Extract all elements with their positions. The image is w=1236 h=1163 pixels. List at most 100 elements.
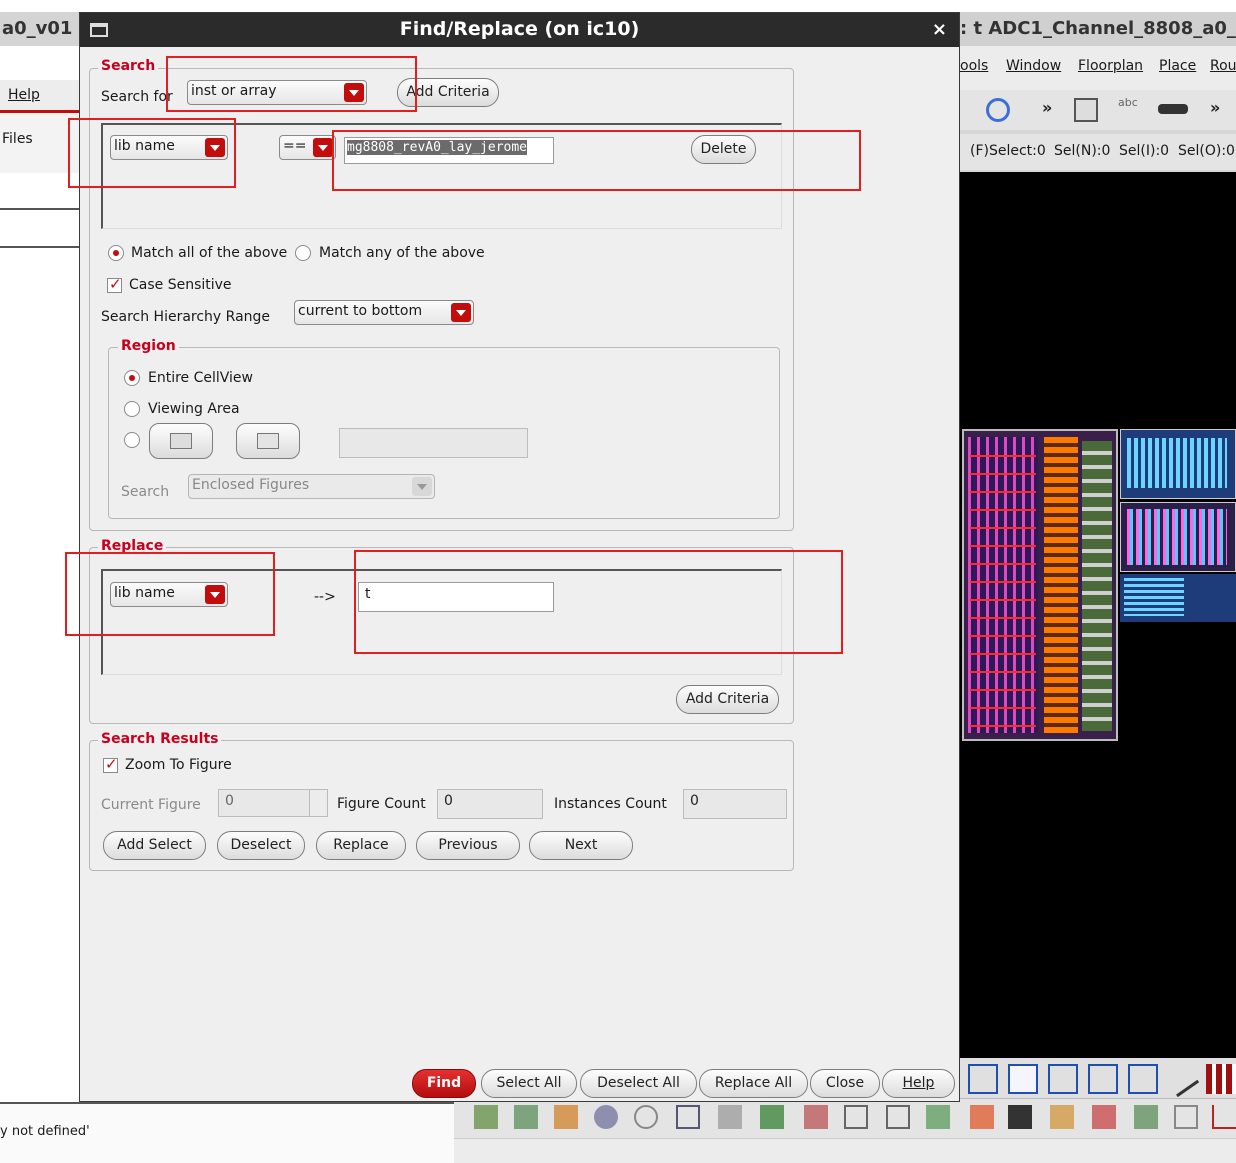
criteria-operator-select[interactable]: == [279,135,336,160]
layout-cell-block-2 [1120,429,1236,499]
select-point-button[interactable] [236,423,300,459]
case-sensitive-checkbox[interactable] [107,275,122,293]
layout-toolbar: » abc » [960,90,1236,130]
search-for-value: inst or array [191,83,277,99]
add-select-button[interactable]: Add Select [103,831,206,860]
replace-button[interactable]: Replace [316,831,406,860]
dock-icon-5[interactable] [634,1105,658,1129]
delete-criteria-button[interactable]: Delete [691,135,756,164]
custom-region-radio[interactable] [124,432,140,448]
dock-icon-15[interactable] [1050,1105,1074,1129]
deselect-button[interactable]: Deselect [217,831,305,860]
menu-help[interactable]: Help [8,87,40,103]
via-icon[interactable] [1158,104,1188,114]
dock-icon-13[interactable] [970,1105,994,1129]
create-pin-icon[interactable] [1074,98,1098,122]
region-legend: Region [118,338,179,354]
chevron-down-icon [451,303,471,322]
viewing-area-radio[interactable] [124,401,140,417]
close-icon[interactable]: × [932,19,947,40]
zoom-icon[interactable] [1048,1064,1078,1094]
hierarchy-range-label: Search Hierarchy Range [101,309,271,325]
case-sensitive-label[interactable]: Case Sensitive [129,277,232,293]
waveform-icon[interactable] [1212,1105,1236,1129]
dock-icon-2[interactable] [514,1105,538,1129]
dock-icon-9[interactable] [804,1105,828,1129]
hierarchy-range-value: current to bottom [298,303,423,319]
layout-canvas[interactable] [960,172,1236,1058]
menu-tools[interactable]: ools [960,58,988,74]
layout-window-title: : t ADC1_Channel_8808_a0_v [960,18,1236,39]
toolbar-more-icon[interactable]: » [1042,98,1052,117]
layout-status-bar: (F)Select:0 Sel(N):0 Sel(I):0 Sel(O):0 [960,134,1236,170]
viewing-area-label[interactable]: Viewing Area [148,401,240,417]
match-all-label[interactable]: Match all of the above [131,245,287,261]
replace-value-field[interactable]: t [358,582,554,612]
dock-icon-8[interactable] [760,1105,784,1129]
hierarchy-icon[interactable] [1008,1064,1038,1094]
status-sel-i: Sel(I):0 [1119,143,1170,159]
bottom-icon-bar [454,1098,1236,1138]
dock-icon-14[interactable] [1008,1105,1032,1129]
label-abc-icon[interactable]: abc [1118,96,1138,109]
layout-cyan-fill [1127,438,1227,488]
dock-icon-3[interactable] [554,1105,578,1129]
replace-add-criteria-button[interactable]: Add Criteria [676,685,779,714]
dock-icon-1[interactable] [474,1105,498,1129]
replace-all-button[interactable]: Replace All [699,1069,808,1098]
region-search-select: Enclosed Figures [188,474,435,499]
dock-icon-6[interactable] [676,1105,700,1129]
select-area-button[interactable] [149,423,213,459]
match-any-radio[interactable] [295,245,311,261]
menu-floorplan[interactable]: Floorplan [1078,58,1143,74]
hierarchy-range-select[interactable]: current to bottom [294,300,474,325]
menu-place[interactable]: Place [1159,58,1196,74]
dock-icon-17[interactable] [1134,1105,1158,1129]
criteria-field-select[interactable]: lib name [110,135,228,160]
dock-icon-7[interactable] [718,1105,742,1129]
bottom-scrollbar[interactable] [454,1138,1236,1163]
help-button[interactable]: Help [882,1069,955,1098]
next-button[interactable]: Next [529,831,633,860]
match-all-radio[interactable] [108,245,124,261]
background-status-text: y not defined' [0,1124,90,1139]
cycle-icon[interactable] [986,98,1010,122]
dock-icon-16[interactable] [1092,1105,1116,1129]
zoom-to-figure-label[interactable]: Zoom To Figure [125,757,232,773]
close-button[interactable]: Close [810,1069,880,1098]
dock-icon-12[interactable] [926,1105,950,1129]
previous-button[interactable]: Previous [416,831,520,860]
search-for-label: Search for [101,89,173,105]
edit-icon[interactable] [1128,1064,1158,1094]
replace-legend: Replace [98,538,167,554]
match-any-label[interactable]: Match any of the above [319,245,485,261]
search-for-select[interactable]: inst or array [187,80,367,105]
pin-icon[interactable] [1088,1064,1118,1094]
dock-icon-18[interactable] [1174,1105,1198,1129]
files-label[interactable]: Files [2,131,33,147]
layout-bottom-toolbar [960,1058,1236,1098]
current-figure-label: Current Figure [101,797,201,813]
deselect-all-button[interactable]: Deselect All [580,1069,697,1098]
find-button[interactable]: Find [412,1069,476,1098]
fit-icon[interactable] [968,1064,998,1094]
dialog-titlebar[interactable]: Find/Replace (on ic10) × [80,13,959,47]
add-criteria-button[interactable]: Add Criteria [397,78,499,107]
dock-icon-11[interactable] [886,1105,910,1129]
chevron-down-icon [412,477,432,496]
criteria-value-field[interactable]: mg8808_revA0_lay_jerome [344,137,554,164]
dock-icon-10[interactable] [844,1105,868,1129]
menu-route[interactable]: Rou [1210,58,1236,74]
menu-window[interactable]: Window [1006,58,1061,74]
dock-icon-4[interactable] [594,1105,618,1129]
chevron-down-icon [205,138,225,157]
entire-cellview-radio[interactable] [124,370,140,386]
toolbar-more-icon-2[interactable]: » [1210,98,1220,117]
probe-icon[interactable] [1162,1060,1200,1098]
background-window-titlebar: a0_v01 [0,12,80,46]
replace-field-select[interactable]: lib name [110,582,228,607]
grid-icon[interactable] [1206,1064,1236,1094]
zoom-to-figure-checkbox[interactable] [103,755,118,773]
select-all-button[interactable]: Select All [481,1069,577,1098]
entire-cellview-label[interactable]: Entire CellView [148,370,253,386]
